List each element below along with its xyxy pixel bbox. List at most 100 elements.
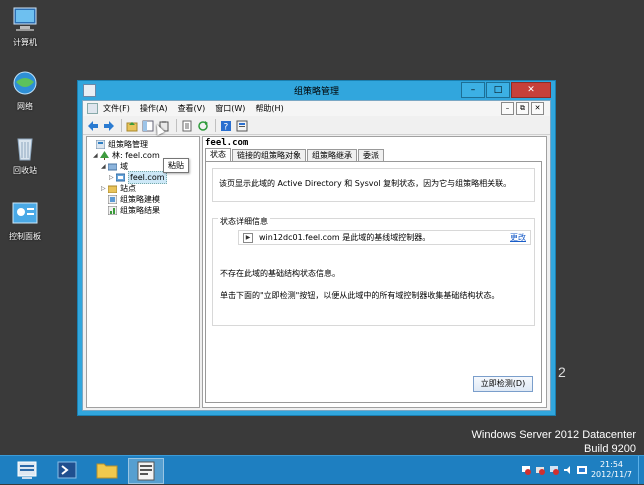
- export-list-icon[interactable]: [181, 120, 193, 132]
- tray-language-icon[interactable]: [576, 465, 587, 475]
- collapse-arrow-icon[interactable]: ◢: [93, 150, 100, 161]
- tray-action-center-icon[interactable]: [535, 465, 545, 475]
- desktop-icon-label: 回收站: [13, 166, 37, 175]
- clock-time: 21:54: [599, 460, 624, 469]
- domains-icon: [107, 162, 118, 171]
- modeling-icon: [107, 194, 118, 205]
- domain-icon: [115, 173, 126, 182]
- maximize-button[interactable]: □: [486, 82, 510, 98]
- toolbar-separator: [121, 119, 122, 132]
- partial-background-text: 2: [558, 364, 566, 380]
- tray-network-icon[interactable]: [549, 465, 559, 475]
- menu-window[interactable]: 窗口(W): [215, 103, 245, 114]
- status-details-title: 状态详细信息: [218, 216, 270, 227]
- baseline-dc-row: ▶ win12dc01.feel.com 是此域的基线域控制器。 更改: [238, 230, 531, 245]
- refresh-icon[interactable]: [197, 120, 209, 132]
- forest-icon: [100, 151, 109, 160]
- expand-arrow-icon[interactable]: ▷: [101, 183, 108, 194]
- powershell-icon: [57, 461, 77, 479]
- window-client: 文件(F) 操作(A) 查看(V) 窗口(W) 帮助(H) – ⧉ ✕ ? 组策…: [82, 100, 551, 411]
- gpmc-tree-icon: [95, 139, 106, 150]
- taskbar: 21:54 2012/11/7: [0, 455, 644, 484]
- computer-icon: [10, 6, 40, 34]
- window-titlebar[interactable]: 组策略管理 – □ ✕: [78, 81, 555, 99]
- mdi-close-button[interactable]: ✕: [531, 102, 544, 115]
- paste-tooltip: 粘贴: [163, 158, 189, 173]
- desktop-icon-computer[interactable]: 计算机: [0, 6, 50, 48]
- expand-arrow-icon[interactable]: ▷: [109, 172, 116, 183]
- tree-node-sites[interactable]: ▷ 站点: [101, 183, 136, 194]
- desktop-icon-label: 控制面板: [9, 232, 41, 241]
- baseline-dc-text: win12dc01.feel.com 是此域的基线域控制器。: [259, 233, 431, 242]
- properties-icon[interactable]: [236, 120, 248, 132]
- minimize-button[interactable]: –: [461, 82, 485, 98]
- description-text: 该页显示此域的 Active Directory 和 Sysvol 复制状态，因…: [219, 179, 512, 188]
- menu-help[interactable]: 帮助(H): [255, 103, 283, 114]
- details-pane: feel.com 状态 链接的组策略对象 组策略继承 委派 该页显示此域的 Ac…: [202, 136, 547, 408]
- watermark-build: Build 9200: [584, 443, 636, 455]
- sites-icon: [107, 184, 118, 194]
- back-arrow-icon[interactable]: [87, 120, 99, 132]
- tree-node-label: 站点: [120, 184, 136, 193]
- desktop-icon-network[interactable]: 网络: [0, 70, 50, 112]
- change-link[interactable]: 更改: [510, 232, 526, 243]
- recycle-bin-icon: [10, 134, 40, 162]
- toolbar-separator: [215, 119, 216, 132]
- collapse-arrow-icon[interactable]: ◢: [101, 161, 108, 172]
- description-box: 该页显示此域的 Active Directory 和 Sysvol 复制状态，因…: [212, 168, 535, 202]
- clock-date: 2012/11/7: [590, 470, 632, 479]
- tree-node-domains[interactable]: ◢ 域: [101, 161, 128, 172]
- gpmc-window: 组策略管理 – □ ✕ 文件(F) 操作(A) 查看(V) 窗口(W) 帮助(H…: [77, 80, 556, 416]
- svg-text:?: ?: [224, 122, 229, 132]
- mdi-restore-button[interactable]: ⧉: [516, 102, 529, 115]
- close-button[interactable]: ✕: [511, 82, 551, 98]
- expand-toggle-icon[interactable]: ▶: [243, 232, 253, 243]
- tree-node-label: 组策略管理: [108, 140, 148, 149]
- tree-node-label: 组策略结果: [120, 206, 160, 215]
- folder-icon: [96, 463, 118, 479]
- network-icon: [10, 70, 40, 98]
- menu-action[interactable]: 操作(A): [140, 103, 168, 114]
- tree-node-label: 域: [120, 162, 128, 171]
- control-panel-icon: [10, 200, 40, 228]
- taskbar-server-manager[interactable]: [10, 458, 44, 482]
- tree-node-label: 林: feel.com: [112, 151, 160, 160]
- tree-node-results[interactable]: 组策略结果: [101, 205, 160, 216]
- tree-node-domain-feel-com[interactable]: ▷ feel.com: [109, 171, 167, 184]
- taskbar-file-explorer[interactable]: [90, 458, 124, 482]
- desktop-icon-label: 网络: [17, 102, 33, 111]
- help-icon[interactable]: ?: [220, 120, 232, 132]
- tray-flag-icon[interactable]: [521, 465, 531, 475]
- no-infrastructure-info-text: 不存在此域的基础结构状态信息。: [220, 269, 340, 278]
- menu-view[interactable]: 查看(V): [178, 103, 206, 114]
- forward-arrow-icon[interactable]: [103, 120, 115, 132]
- desktop-icon-label: 计算机: [13, 38, 37, 47]
- console-menu-icon[interactable]: [87, 103, 98, 114]
- results-icon: [107, 205, 118, 216]
- taskbar-clock[interactable]: 21:54 2012/11/7: [591, 460, 632, 480]
- taskbar-gpmc[interactable]: [128, 458, 164, 484]
- show-desktop-button[interactable]: [638, 456, 644, 484]
- console-tree: 组策略管理 ◢ 林: feel.com ◢ 域 ▷ feel.com ▷ 站点: [86, 136, 200, 408]
- tab-status[interactable]: 状态: [205, 148, 231, 162]
- desktop-icon-recycle-bin[interactable]: 回收站: [0, 134, 50, 176]
- tree-node-gpmc[interactable]: 组策略管理: [89, 139, 148, 150]
- tree-node-modeling[interactable]: 组策略建模: [101, 194, 160, 205]
- up-folder-icon[interactable]: [126, 120, 138, 132]
- tree-node-forest[interactable]: ◢ 林: feel.com: [93, 150, 160, 161]
- watermark-edition: Windows Server 2012 Datacenter: [471, 429, 636, 441]
- menu-bar: 文件(F) 操作(A) 查看(V) 窗口(W) 帮助(H) – ⧉ ✕: [83, 101, 550, 116]
- server-manager-icon: [17, 461, 37, 479]
- detect-instruction-text: 单击下面的"立即检测"按钮，以便从此域中的所有域控制器收集基础结构状态。: [220, 291, 500, 300]
- menu-file[interactable]: 文件(F): [103, 103, 130, 114]
- mdi-minimize-button[interactable]: –: [501, 102, 514, 115]
- system-tray: 21:54 2012/11/7: [521, 456, 644, 484]
- gpmc-taskbar-icon: [137, 461, 155, 481]
- tree-node-label: 组策略建模: [120, 195, 160, 204]
- desktop-icon-control-panel[interactable]: 控制面板: [0, 200, 50, 242]
- detect-now-button[interactable]: 立即检测(D): [473, 376, 533, 392]
- os-watermark: Windows Server 2012 Datacenter Build 920…: [472, 428, 636, 456]
- taskbar-powershell[interactable]: [50, 458, 84, 482]
- tray-volume-icon[interactable]: [563, 465, 573, 475]
- toolbar-separator: [176, 119, 177, 132]
